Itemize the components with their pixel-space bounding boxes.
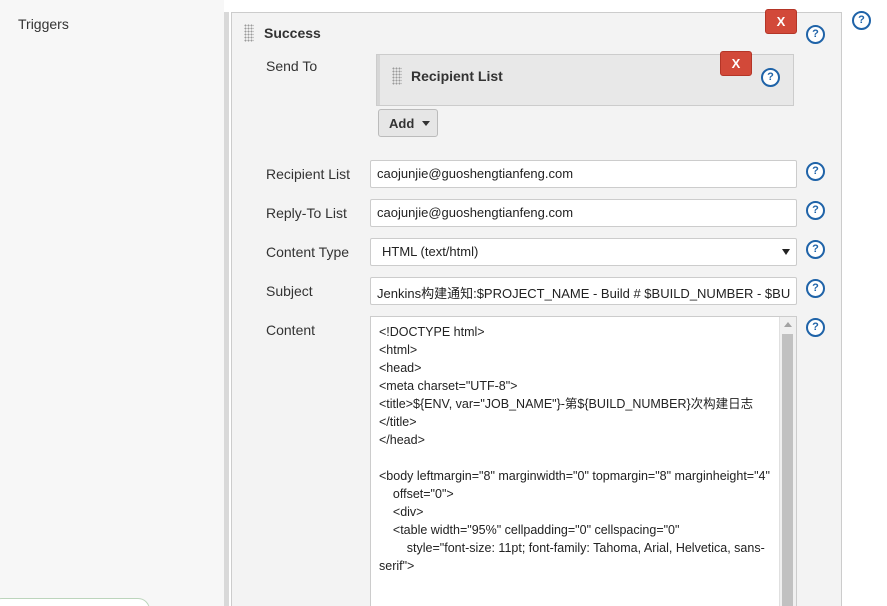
recipient-list-field-help-icon[interactable]: ? bbox=[806, 162, 825, 181]
scrollbar-thumb[interactable] bbox=[782, 334, 793, 606]
dropdown-arrow-icon bbox=[782, 249, 790, 255]
recipient-list-title: Recipient List bbox=[411, 68, 503, 84]
drag-handle-icon[interactable] bbox=[244, 24, 254, 42]
recipient-drag-handle-icon[interactable] bbox=[392, 67, 402, 85]
subject-input[interactable]: Jenkins构建通知:$PROJECT_NAME - Build # $BUI… bbox=[370, 277, 797, 305]
add-button-label: Add bbox=[389, 116, 415, 131]
content-type-select[interactable]: HTML (text/html) bbox=[370, 238, 797, 266]
scroll-up-arrow-icon[interactable] bbox=[784, 322, 792, 327]
delete-success-button[interactable]: X bbox=[765, 9, 797, 34]
recipient-list-box-edge bbox=[377, 55, 380, 105]
subject-help-icon[interactable]: ? bbox=[806, 279, 825, 298]
content-textarea[interactable]: <!DOCTYPE html> <html> <head> <meta char… bbox=[370, 316, 797, 606]
chevron-down-icon bbox=[422, 121, 430, 126]
content-type-help-icon[interactable]: ? bbox=[806, 240, 825, 259]
recipient-list-help-icon[interactable]: ? bbox=[761, 68, 780, 87]
delete-recipient-button[interactable]: X bbox=[720, 51, 752, 76]
recipient-list-input[interactable]: caojunjie@guoshengtianfeng.com bbox=[370, 160, 797, 188]
jenkins-config-page: Triggers Success X ? ? Send To Recipient… bbox=[0, 0, 887, 606]
success-help-icon[interactable]: ? bbox=[806, 25, 825, 44]
sidebar-bottom-panel bbox=[0, 598, 150, 606]
content-help-icon[interactable]: ? bbox=[806, 318, 825, 337]
success-section-title: Success bbox=[264, 25, 321, 41]
reply-to-list-input[interactable]: caojunjie@guoshengtianfeng.com bbox=[370, 199, 797, 227]
triggers-label: Triggers bbox=[18, 16, 69, 32]
section-divider bbox=[224, 12, 229, 606]
send-to-label: Send To bbox=[266, 58, 318, 74]
content-scrollbar[interactable] bbox=[779, 317, 796, 606]
reply-to-list-label: Reply-To List bbox=[266, 205, 347, 221]
content-type-selected-value: HTML (text/html) bbox=[382, 244, 479, 259]
content-label: Content bbox=[266, 322, 316, 338]
content-type-label: Content Type bbox=[266, 244, 350, 260]
add-button[interactable]: Add bbox=[378, 109, 438, 137]
subject-label: Subject bbox=[266, 283, 313, 299]
page-help-icon[interactable]: ? bbox=[852, 11, 871, 30]
content-textarea-text: <!DOCTYPE html> <html> <head> <meta char… bbox=[379, 325, 770, 573]
reply-to-list-help-icon[interactable]: ? bbox=[806, 201, 825, 220]
recipient-list-label: Recipient List bbox=[266, 166, 351, 182]
section-sidebar: Triggers bbox=[0, 0, 224, 606]
